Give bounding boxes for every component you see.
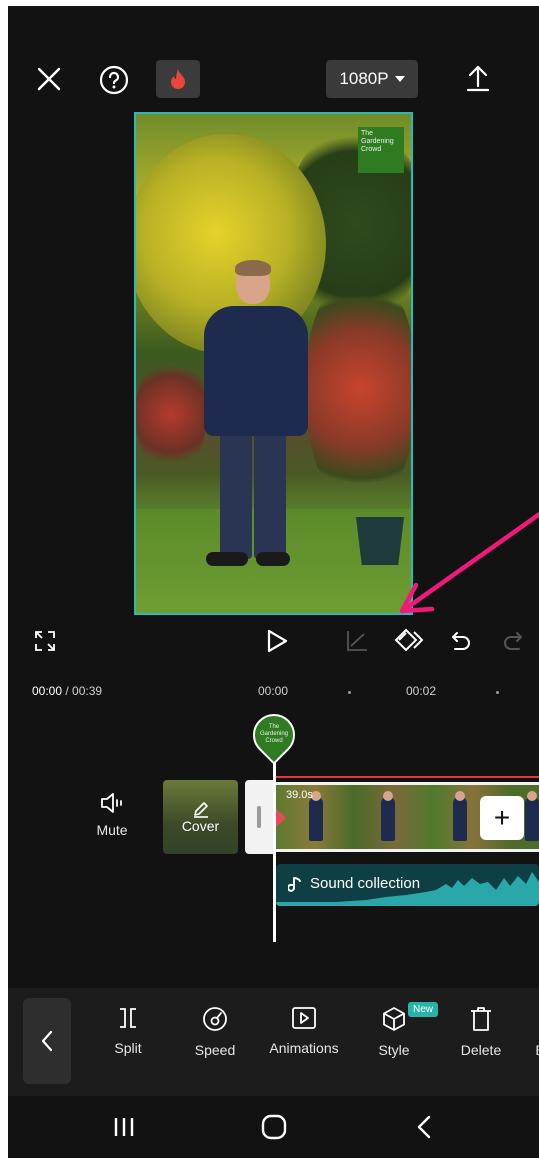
thumb-person-head <box>383 791 393 801</box>
ruler-tick-label: 00:02 <box>406 684 437 698</box>
speed-icon <box>202 1006 228 1032</box>
play-button[interactable] <box>260 624 294 658</box>
playhead[interactable] <box>273 742 276 942</box>
tool-label: Animations <box>269 1040 339 1056</box>
tool-speed[interactable]: Speed <box>192 1006 238 1058</box>
fullscreen-button[interactable] <box>30 626 60 656</box>
home-button[interactable] <box>256 1112 292 1142</box>
system-back-button[interactable] <box>406 1112 442 1142</box>
cover-label: Cover <box>181 818 220 834</box>
video-preview[interactable]: The Gardening Crowd <box>134 112 413 615</box>
resolution-label: 1080P <box>339 69 389 88</box>
play-icon <box>266 629 288 653</box>
scene-red-maple <box>306 274 411 504</box>
toolbar-back-button[interactable] <box>23 998 71 1084</box>
help-button[interactable] <box>98 64 130 96</box>
add-clip-button[interactable]: + <box>480 796 524 840</box>
home-icon <box>261 1114 287 1140</box>
system-nav-bar <box>8 1096 539 1158</box>
thumb-person-head <box>455 791 465 801</box>
redo-button[interactable] <box>498 626 528 656</box>
tool-edit-partial[interactable]: E <box>530 1006 539 1058</box>
speaker-icon <box>100 792 124 814</box>
chevron-left-icon <box>40 1030 54 1052</box>
bottom-toolbar: Split Speed Animations Style New Delete <box>8 988 539 1096</box>
sound-label-group: Sound collection <box>288 875 420 892</box>
current-time: 00:00 <box>32 684 63 698</box>
animations-icon <box>291 1006 317 1030</box>
scene-person-leg <box>254 424 286 559</box>
new-badge: New <box>408 1002 439 1017</box>
tool-split[interactable]: Split <box>106 1006 150 1056</box>
plus-icon: + <box>493 802 511 833</box>
mute-label: Mute <box>96 822 128 838</box>
flame-icon <box>169 68 187 90</box>
upload-icon <box>465 64 491 92</box>
caret-down-icon <box>394 76 405 82</box>
fullscreen-icon <box>34 630 56 652</box>
thumb-person <box>381 797 395 841</box>
style-icon <box>381 1006 407 1032</box>
clip-range-line <box>275 776 539 778</box>
music-note-icon <box>288 876 302 892</box>
ruler-tick-label: 00:00 <box>258 684 289 698</box>
tool-delete[interactable]: Delete <box>458 1006 504 1058</box>
tool-label: Speed <box>194 1042 236 1058</box>
close-icon <box>36 66 62 92</box>
total-time: / 00:39 <box>65 684 103 698</box>
tool-label: Split <box>114 1040 142 1056</box>
trim-grip <box>257 806 261 828</box>
watermark-logo: The Gardening Crowd <box>358 127 404 173</box>
split-icon <box>116 1006 140 1030</box>
tool-label: Delete <box>460 1042 502 1058</box>
thumb-person <box>525 797 539 841</box>
edit-pencil-icon <box>192 800 210 818</box>
back-icon <box>416 1115 432 1139</box>
timecode: 00:00 / 00:39 <box>32 684 102 698</box>
help-icon <box>99 65 129 95</box>
redo-icon <box>502 630 524 652</box>
annotation-arrow <box>396 511 539 621</box>
cover-button[interactable]: Cover <box>163 780 238 854</box>
tool-animations[interactable]: Animations <box>264 1006 344 1056</box>
tool-label: Style <box>378 1042 410 1058</box>
sound-track[interactable]: Sound collection <box>276 864 539 906</box>
undo-button[interactable] <box>446 626 476 656</box>
thumb-person <box>309 797 323 841</box>
undo-icon <box>450 630 472 652</box>
mute-button[interactable]: Mute <box>82 792 142 852</box>
scene-person-shoe <box>206 552 248 566</box>
ruler-dot <box>496 691 499 694</box>
scene-red-shrub <box>136 354 206 474</box>
export-button[interactable] <box>463 62 493 94</box>
ruler-dot <box>348 691 351 694</box>
delete-icon <box>469 1006 493 1032</box>
clip-duration: 39.0s <box>286 789 313 801</box>
recent-apps-button[interactable] <box>106 1112 142 1142</box>
thumb-person-head <box>527 791 537 801</box>
keyframe-graph-button[interactable] <box>342 626 372 656</box>
scene-person-shoe <box>256 552 290 566</box>
sound-collection-label: Sound collection <box>310 875 421 892</box>
watermark-line: Crowd <box>361 146 382 153</box>
playhead-thumb-text: The Gardening Crowd <box>259 724 289 744</box>
tool-label: E <box>535 1042 539 1058</box>
keyframe-graph-icon <box>345 629 369 653</box>
scene-person-hair <box>235 260 271 276</box>
watermark-line: The <box>361 130 374 137</box>
watermark-line: Gardening <box>361 138 394 145</box>
scene-person-leg <box>220 424 252 559</box>
editor-screen: 1080P The Gardening Crowd 00:00 / 00:39 … <box>8 6 539 1158</box>
scene-person-body <box>204 306 308 436</box>
resolution-dropdown[interactable]: 1080P <box>326 60 418 98</box>
edit-icon <box>535 1006 539 1032</box>
close-button[interactable] <box>34 64 64 94</box>
thumb-person <box>453 797 467 841</box>
keyframe-icon <box>394 628 424 652</box>
recent-apps-icon <box>112 1116 136 1138</box>
keyframe-button[interactable] <box>392 624 426 656</box>
pro-button[interactable] <box>156 60 200 98</box>
